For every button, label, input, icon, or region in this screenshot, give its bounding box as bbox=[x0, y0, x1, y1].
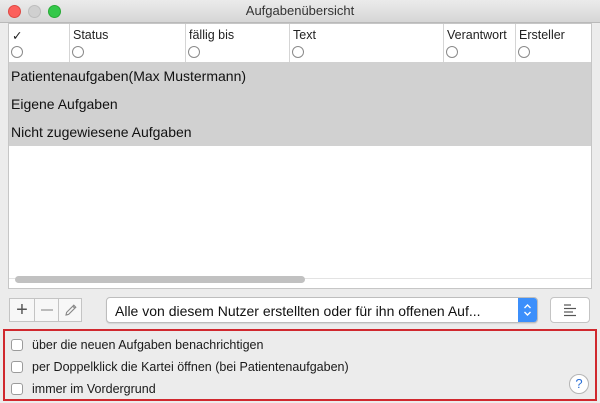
group-row-label: Nicht zugewiesene Aufgaben bbox=[11, 124, 192, 140]
column-creator-label: Ersteller bbox=[519, 28, 565, 42]
group-row-label: Patientenaufgaben(Max Mustermann) bbox=[11, 68, 247, 84]
checkbox[interactable] bbox=[11, 361, 23, 373]
option-label: immer im Vordergrund bbox=[32, 382, 156, 396]
column-responsible-filter-radio[interactable] bbox=[446, 46, 458, 58]
table-header: ✓ Status fällig bis Text Verantwort Erst… bbox=[9, 24, 591, 63]
column-done-label: ✓ bbox=[12, 29, 23, 43]
list-options-button[interactable] bbox=[550, 297, 590, 323]
column-due-label: fällig bis bbox=[189, 28, 235, 42]
help-icon[interactable]: ? bbox=[569, 374, 589, 394]
task-filter-value: Alle von diesem Nutzer erstellten oder f… bbox=[115, 303, 481, 319]
table-row[interactable] bbox=[9, 146, 591, 169]
column-status[interactable]: Status bbox=[69, 24, 185, 62]
add-task-button[interactable]: + bbox=[10, 299, 34, 321]
plus-icon: + bbox=[16, 299, 28, 321]
column-due-filter-radio[interactable] bbox=[188, 46, 200, 58]
column-status-filter-radio[interactable] bbox=[72, 46, 84, 58]
table-row[interactable] bbox=[9, 212, 591, 235]
task-filter-select[interactable]: Alle von diesem Nutzer erstellten oder f… bbox=[106, 297, 538, 323]
column-text[interactable]: Text bbox=[289, 24, 443, 62]
table-row[interactable] bbox=[9, 190, 591, 213]
task-overview-window: Aufgabenübersicht ✓ Status fällig bis Te… bbox=[0, 0, 600, 403]
option-label: über die neuen Aufgaben benachrichtigen bbox=[32, 338, 264, 352]
column-done-filter-radio[interactable] bbox=[11, 46, 23, 58]
column-creator-filter-radio[interactable] bbox=[518, 46, 530, 58]
column-creator[interactable]: Ersteller bbox=[515, 24, 591, 62]
group-row-own-tasks[interactable]: Eigene Aufgaben bbox=[9, 90, 591, 118]
column-text-label: Text bbox=[293, 28, 316, 42]
horizontal-scrollbar[interactable] bbox=[15, 276, 305, 283]
window-title: Aufgabenübersicht bbox=[245, 3, 355, 18]
title-bar[interactable]: Aufgabenübersicht bbox=[0, 0, 600, 23]
column-status-label: Status bbox=[73, 28, 109, 42]
options-panel: über die neuen Aufgaben benachrichtigen … bbox=[3, 329, 597, 401]
checkbox[interactable] bbox=[11, 339, 23, 351]
remove-task-button[interactable] bbox=[34, 299, 59, 321]
column-due[interactable]: fällig bis bbox=[185, 24, 289, 62]
up-down-arrows-icon bbox=[518, 298, 537, 322]
task-table[interactable]: ✓ Status fällig bis Text Verantwort Erst… bbox=[8, 23, 592, 289]
pencil-icon bbox=[65, 304, 77, 316]
option-label: per Doppelklick die Kartei öffnen (bei P… bbox=[32, 360, 349, 374]
column-responsible-label: Verantwort bbox=[447, 28, 507, 42]
checkbox[interactable] bbox=[11, 383, 23, 395]
column-done[interactable]: ✓ bbox=[9, 24, 69, 62]
group-row-unassigned-tasks[interactable]: Nicht zugewiesene Aufgaben bbox=[9, 118, 591, 146]
table-row[interactable] bbox=[9, 234, 591, 257]
table-row[interactable] bbox=[9, 168, 591, 191]
column-responsible[interactable]: Verantwort bbox=[443, 24, 515, 62]
group-row-patient-tasks[interactable]: Patientenaufgaben(Max Mustermann) bbox=[9, 62, 591, 90]
edit-button-group: + bbox=[9, 298, 82, 322]
edit-task-button[interactable] bbox=[58, 299, 83, 321]
align-lines-icon bbox=[564, 304, 576, 317]
column-text-filter-radio[interactable] bbox=[292, 46, 304, 58]
minus-icon bbox=[41, 309, 53, 311]
group-row-label: Eigene Aufgaben bbox=[11, 96, 118, 112]
